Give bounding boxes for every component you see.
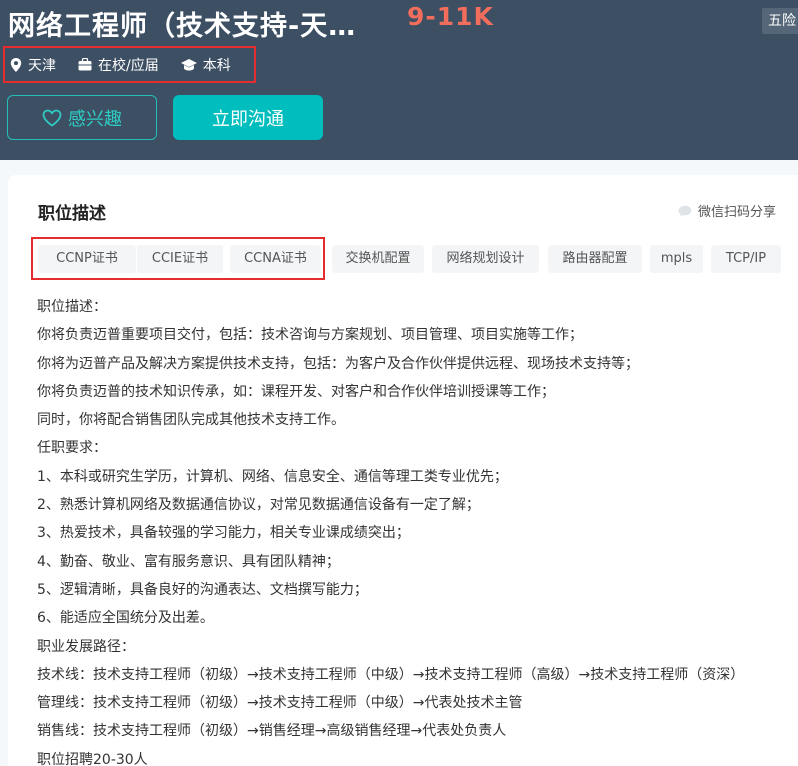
skill-tag[interactable]: TCP/IP: [711, 245, 781, 273]
skill-tag[interactable]: CCIE证书: [137, 245, 223, 273]
skill-tag[interactable]: 交换机配置: [332, 245, 424, 273]
description-line: 职位描述：: [37, 299, 107, 315]
description-line: 4、勤奋、敬业、富有服务意识、具有团队精神；: [37, 553, 340, 570]
skill-tag[interactable]: 路由器配置: [548, 245, 642, 273]
heart-icon: [42, 109, 62, 127]
description-line: 技术线：技术支持工程师（初级）→技术支持工程师（中级）→技术支持工程师（高级）→…: [37, 666, 745, 683]
skill-tag[interactable]: 网络规划设计: [432, 245, 539, 273]
description-line: 任职要求：: [37, 440, 107, 457]
meta-experience: 在校/应届: [78, 55, 159, 75]
description-line: 职业发展路径：: [37, 638, 135, 655]
description-line: 1、本科或研究生学历，计算机、网络、信息安全、通信等理工类专业优先；: [37, 468, 508, 485]
job-description-card: 职位描述 微信扫码分享 CCNP证书 CCIE证书 CCNA证书 交换机配置 网…: [8, 175, 798, 766]
skill-tag[interactable]: mpls: [650, 245, 703, 273]
chat-now-button[interactable]: 立即沟通: [173, 95, 323, 140]
description-line: 3、热爱技术，具备较强的学习能力，相关专业课成绩突出；: [37, 525, 410, 542]
meta-degree-label: 本科: [202, 57, 231, 74]
job-meta-highlight: 天津 在校/应届 本科: [3, 46, 256, 83]
wechat-icon: [678, 205, 692, 216]
salary: 9-11K: [407, 2, 494, 31]
skill-tag[interactable]: CCNP证书: [38, 245, 136, 273]
description-line: 同时，你将配合销售团队完成其他技术支持工作。: [37, 412, 345, 429]
description-line: 2、熟悉计算机网络及数据通信协议，对常见数据通信设备有一定了解；: [37, 497, 480, 514]
share-label: 微信扫码分享: [698, 205, 777, 220]
location-pin-icon: [10, 57, 22, 72]
interest-button[interactable]: 感兴趣: [7, 95, 157, 140]
skill-tag[interactable]: CCNA证书: [230, 245, 321, 273]
description-line: 你将负责迈普重要项目交付，包括：技术咨询与方案规划、项目管理、项目实施等工作；: [37, 327, 583, 344]
briefcase-icon: [78, 58, 92, 71]
job-header: 网络工程师（技术支持-天… 9-11K 五险 天津 在校/应届 本科 感兴趣 立…: [0, 0, 798, 160]
description-line: 你将为迈普产品及解决方案提供技术支持，包括：为客户及合作伙伴提供远程、现场技术支…: [37, 355, 639, 372]
meta-city: 天津: [10, 55, 56, 75]
meta-degree: 本科: [180, 55, 231, 75]
description-line: 销售线：技术支持工程师（初级）→销售经理→高级销售经理→代表处负责人: [37, 723, 507, 740]
description-line: 管理线：技术支持工程师（初级）→技术支持工程师（中级）→代表处技术主管: [37, 695, 523, 712]
job-title: 网络工程师（技术支持-天…: [8, 11, 357, 42]
wechat-share-link[interactable]: 微信扫码分享: [678, 201, 776, 220]
interest-button-label: 感兴趣: [68, 108, 122, 130]
graduation-cap-icon: [180, 58, 197, 70]
description-line: 你将负责迈普的技术知识传承，如：课程开发、对客户和合作伙伴培训授课等工作；: [37, 383, 555, 400]
meta-city-label: 天津: [28, 57, 56, 74]
meta-experience-label: 在校/应届: [98, 57, 159, 74]
description-line: 6、能适应全国统分及出差。: [37, 610, 214, 627]
description-line: 5、逻辑清晰，具备良好的沟通表达、文档撰写能力；: [37, 581, 368, 598]
section-title: 职位描述: [38, 204, 106, 224]
benefit-tag: 五险: [762, 8, 798, 34]
description-line: 职位招聘20-30人: [37, 751, 148, 766]
job-description-text: 职位描述： 你将负责迈普重要项目交付，包括：技术咨询与方案规划、项目管理、项目实…: [37, 293, 798, 766]
